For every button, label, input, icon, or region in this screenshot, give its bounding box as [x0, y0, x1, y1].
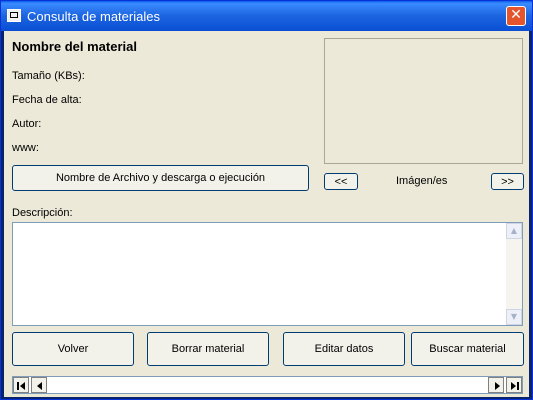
description-textarea[interactable]: ▲ ▼ — [12, 222, 523, 326]
record-navigator — [12, 376, 523, 394]
form-client-area: Nombre del material Tamaño (KBs): Fecha … — [4, 31, 529, 397]
search-material-button[interactable]: Buscar material — [411, 332, 524, 366]
last-record-icon[interactable] — [506, 377, 522, 393]
previous-record-icon[interactable] — [31, 377, 47, 393]
material-name-heading: Nombre del material — [12, 39, 137, 54]
window-title: Consulta de materiales — [27, 9, 160, 24]
author-label: Autor: — [12, 118, 42, 130]
www-label: www: — [12, 142, 39, 154]
close-button[interactable]: ✕ — [506, 6, 526, 26]
first-record-icon[interactable] — [13, 377, 29, 393]
scroll-up-icon[interactable]: ▲ — [506, 223, 522, 239]
back-button[interactable]: Volver — [12, 332, 134, 366]
title-bar[interactable]: Consulta de materiales ✕ — [1, 1, 532, 31]
description-scrollbar[interactable]: ▲ ▼ — [506, 223, 522, 325]
images-caption: Imágen/es — [396, 175, 448, 187]
scroll-down-icon[interactable]: ▼ — [506, 309, 522, 325]
date-label: Fecha de alta: — [12, 94, 82, 106]
size-label: Tamaño (KBs): — [12, 70, 85, 82]
description-label: Descripción: — [12, 207, 73, 219]
window-icon — [7, 9, 21, 22]
prev-image-button[interactable]: << — [324, 173, 358, 190]
next-image-button[interactable]: >> — [491, 173, 524, 190]
edit-data-button[interactable]: Editar datos — [283, 332, 405, 366]
next-record-icon[interactable] — [488, 377, 504, 393]
delete-material-button[interactable]: Borrar material — [147, 332, 269, 366]
image-preview — [324, 38, 523, 164]
app-window: Consulta de materiales ✕ Nombre del mate… — [0, 0, 533, 400]
file-download-button[interactable]: Nombre de Archivo y descarga o ejecución — [12, 165, 309, 191]
